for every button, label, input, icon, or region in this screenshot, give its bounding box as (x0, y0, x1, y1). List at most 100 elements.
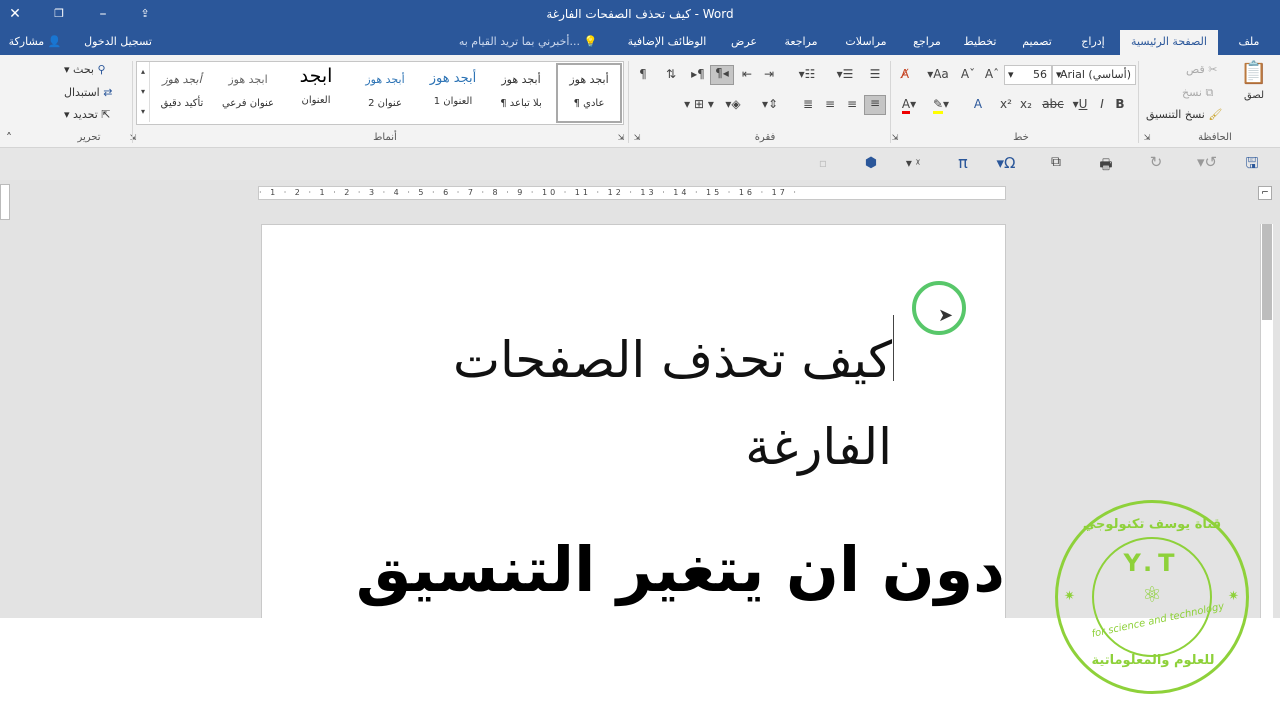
strikethrough-icon[interactable]: abc (1040, 97, 1066, 111)
close-icon[interactable]: ✕ (4, 4, 26, 24)
replace-button[interactable]: استبدال ⇄ (64, 86, 112, 99)
sign-in-link[interactable]: تسجيل الدخول (76, 30, 160, 55)
copy-button[interactable]: نسخ ⧉ (1182, 86, 1213, 100)
align-left-icon[interactable]: ≡ (822, 97, 838, 111)
style-title[interactable]: ابجد العنوان (282, 59, 350, 119)
font-color-icon[interactable]: A▾ (896, 97, 922, 114)
tab-design[interactable]: تصميم (1012, 30, 1062, 55)
font-group-label: خط (1013, 132, 1029, 143)
change-case-icon[interactable]: ▾Aa (924, 67, 952, 81)
title-bar: كيف تحذف الصفحات الفارغة - Word ✕ ❐ – ⇪ (0, 0, 1280, 30)
replace-label: استبدال (64, 86, 100, 99)
tab-selector-icon[interactable]: ⌐ (1258, 186, 1272, 200)
tab-layout[interactable]: تخطيط (958, 30, 1002, 55)
align-right-icon[interactable]: ≡ (864, 95, 886, 115)
convert-icon[interactable]: ⧉ (1046, 154, 1066, 170)
tab-review[interactable]: مراجعة (774, 30, 828, 55)
copy-label: نسخ (1182, 86, 1202, 99)
multilevel-list-icon[interactable]: ▾☷ (792, 67, 822, 81)
format-painter-button[interactable]: نسخ التنسيق 🖌 (1146, 108, 1222, 121)
logo-center-text: Y.T (1123, 549, 1181, 577)
justify-icon[interactable]: ≣ (800, 97, 816, 111)
tab-addins[interactable]: الوظائف الإضافية (620, 30, 714, 55)
bold-icon[interactable]: B (1114, 97, 1126, 111)
share-button[interactable]: مشاركة 👤 (4, 30, 66, 55)
numbering-icon[interactable]: ▾☰ (830, 67, 860, 81)
tab-file[interactable]: ملف (1226, 30, 1272, 55)
cursor-select-icon: ⇱ (97, 108, 111, 121)
paste-button[interactable]: 📋 لصق (1236, 61, 1272, 121)
font-launcher-icon[interactable]: ⇲ (890, 133, 900, 142)
collapse-ribbon-icon[interactable]: ˄ (4, 131, 14, 145)
bullets-icon[interactable]: ☰ (864, 67, 886, 81)
style-subtle-emphasis[interactable]: أبجد هوز تأكيد دقيق (150, 63, 214, 119)
select-dropdown-icon: ▾ (64, 108, 74, 121)
person-icon: 👤 (47, 35, 62, 48)
style-heading-1[interactable]: أبجد هوز العنوان 1 (420, 63, 486, 119)
editing-launcher-icon[interactable]: ⇲ (128, 133, 138, 142)
font-name-select[interactable]: ▾ Arial (أساسي) (1052, 65, 1136, 85)
redo-icon[interactable]: ↻ (1146, 153, 1166, 171)
borders-icon[interactable]: ▾ ⊞ ▾ (680, 97, 718, 111)
italic-icon[interactable]: I (1096, 97, 1108, 111)
show-marks-icon[interactable]: ¶ (636, 67, 650, 81)
font-size-select[interactable]: ▾ 56 (1004, 65, 1052, 85)
find-button[interactable]: ▾ بحث ⚲ (64, 63, 106, 76)
tell-me-box[interactable]: أخبرني بما تريد القيام به... 💡 (448, 30, 608, 55)
lightbulb-icon: 💡 (583, 35, 598, 48)
paste-label: لصق (1243, 90, 1265, 101)
subscript-icon[interactable]: x₂ (1018, 97, 1034, 111)
equation-ink-icon[interactable]: ▾ ᵡ (900, 156, 926, 170)
sort-icon[interactable]: ⇅ (662, 67, 680, 81)
underline-icon[interactable]: ▾U (1068, 97, 1092, 111)
qat-blank-icon[interactable]: ▫ (816, 156, 830, 170)
style-heading-2[interactable]: أبجد هوز عنوان 2 (354, 63, 416, 119)
tab-references[interactable]: مراجع (904, 30, 950, 55)
center-icon[interactable]: ≡ (844, 97, 860, 111)
style-preview: ابجد هوز (228, 73, 268, 86)
pi-equation-icon[interactable]: π (954, 153, 972, 172)
tab-mailings[interactable]: مراسلات (836, 30, 896, 55)
superscript-icon[interactable]: x² (998, 97, 1014, 111)
restore-icon[interactable]: ❐ (48, 4, 70, 24)
share-doc-icon[interactable]: ⬢ (862, 155, 880, 171)
style-normal[interactable]: أبجد هوز ¶ عادي (556, 63, 622, 123)
styles-group-label: أنماط (373, 132, 397, 143)
shrink-font-icon[interactable]: Aˇ (960, 67, 976, 81)
symbol-omega-icon[interactable]: ▾Ω (992, 154, 1020, 172)
tab-home[interactable]: الصفحة الرئيسية (1120, 30, 1218, 55)
cut-button[interactable]: قص ✂ (1186, 63, 1217, 76)
horizontal-ruler[interactable]: · 1 · 2 · 1 · 2 · 3 · 4 · 5 · 6 · 7 · 8 … (258, 186, 1006, 200)
mouse-pointer-icon: ➤ (938, 305, 954, 326)
increase-indent-icon[interactable]: ⇤ (738, 67, 756, 81)
search-icon: ⚲ (94, 63, 106, 76)
paragraph-launcher-icon[interactable]: ⇲ (632, 133, 642, 142)
styles-launcher-icon[interactable]: ⇲ (616, 133, 626, 142)
clear-format-icon[interactable]: A̸ (896, 67, 914, 81)
highlight-icon[interactable]: ✎▾ (928, 97, 954, 114)
rtl-icon[interactable]: ¶◂ (710, 65, 734, 85)
paragraph-group-label: فقرة (754, 132, 776, 143)
ribbon-display-icon[interactable]: ⇪ (134, 4, 156, 24)
undo-icon[interactable]: ▾↺ (1194, 153, 1220, 171)
style-subtitle[interactable]: ابجد هوز عنوان فرعي (216, 63, 280, 119)
font-size-value: 56 (1033, 68, 1047, 81)
gallery-scroll-icon[interactable]: ▴ ▾ ▾ (137, 62, 150, 122)
line-spacing-icon[interactable]: ▾⇕ (756, 97, 784, 111)
ltr-icon[interactable]: ▸¶ (690, 67, 706, 81)
tab-insert[interactable]: إدراج (1070, 30, 1116, 55)
text-effects-icon[interactable]: A (970, 97, 986, 111)
select-button[interactable]: ▾ تحديد ⇱ (64, 108, 111, 121)
clipboard-launcher-icon[interactable]: ⇲ (1142, 133, 1152, 142)
save-icon[interactable]: 🖫 (1242, 153, 1262, 178)
tab-view[interactable]: عرض (724, 30, 764, 55)
decrease-indent-icon[interactable]: ⇥ (760, 67, 778, 81)
minimize-icon[interactable]: – (92, 4, 114, 24)
shading-icon[interactable]: ▾◈ (720, 97, 746, 111)
scrollbar-thumb[interactable] (1262, 224, 1272, 320)
print-preview-icon[interactable]: 🖶 (1096, 154, 1116, 178)
style-no-spacing[interactable]: أبجد هوز ¶ بلا تباعد (490, 63, 552, 119)
style-preview: أبجد هوز (569, 73, 609, 86)
editing-group-label: تحرير (77, 132, 101, 143)
grow-font-icon[interactable]: Aˆ (984, 67, 1000, 81)
